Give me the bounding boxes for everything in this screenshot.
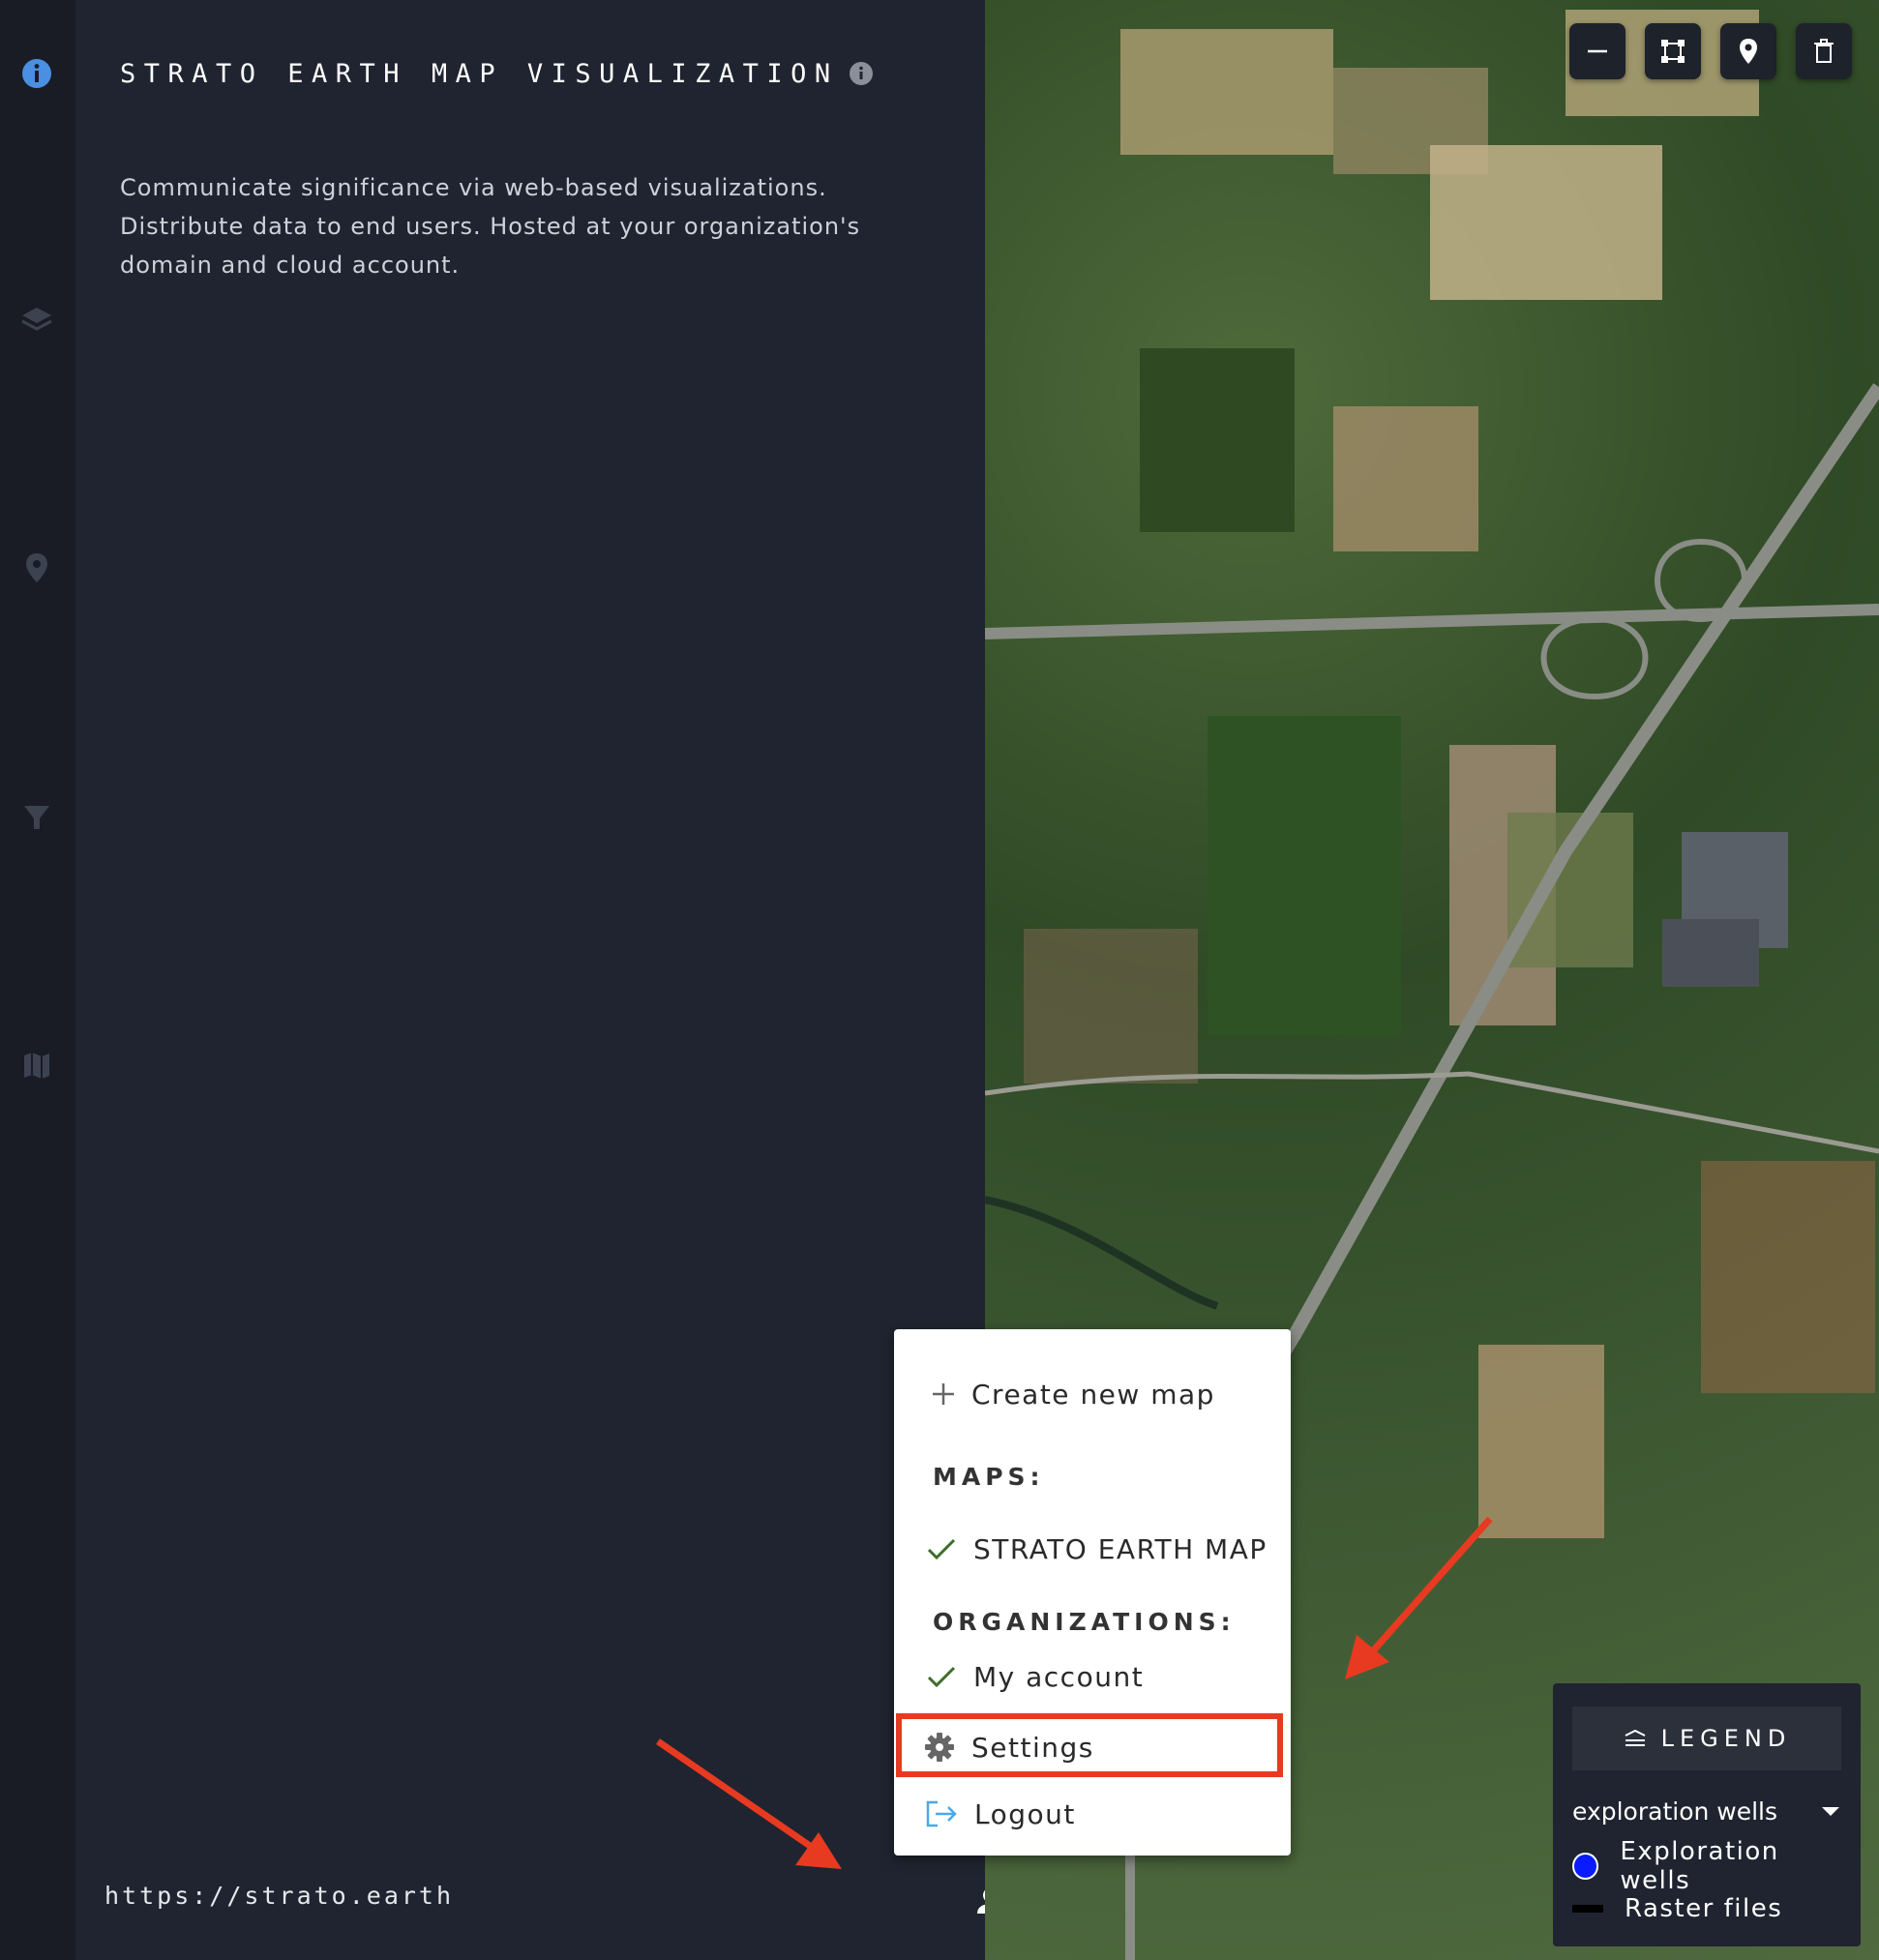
- sidebar-rail: [0, 0, 75, 1960]
- check-icon: [927, 1666, 956, 1688]
- place-marker-button[interactable]: [1720, 23, 1776, 79]
- trash-icon: [1814, 39, 1834, 63]
- create-new-map-label: Create new map: [971, 1378, 1215, 1411]
- map-item-strato-earth-map[interactable]: STRATO EARTH MAP: [894, 1523, 1291, 1575]
- page-title: STRATO EARTH MAP VISUALIZATION: [120, 58, 839, 89]
- maps-heading: MAPS:: [933, 1463, 1045, 1491]
- annotation-arrow-right: [1345, 1516, 1493, 1679]
- plus-icon: [933, 1383, 954, 1405]
- legend-panel: LEGEND exploration wells Exploration wel…: [1553, 1683, 1861, 1946]
- check-icon: [927, 1538, 956, 1560]
- legend-item-label: Raster files: [1625, 1894, 1783, 1923]
- caret-down-icon: [1822, 1807, 1839, 1816]
- zoom-out-button[interactable]: [1569, 23, 1625, 79]
- logout-icon: [926, 1800, 957, 1827]
- map-item-label: STRATO EARTH MAP: [973, 1532, 1268, 1565]
- minus-icon: [1588, 49, 1607, 53]
- org-item-label: My account: [973, 1660, 1145, 1693]
- organizations-heading: ORGANIZATIONS:: [933, 1608, 1236, 1636]
- info-icon[interactable]: [849, 61, 874, 86]
- layers-icon[interactable]: [18, 302, 55, 339]
- raster-files-swatch: [1572, 1905, 1603, 1913]
- map-icon[interactable]: [18, 1047, 55, 1084]
- org-item-my-account[interactable]: My account: [894, 1650, 1291, 1703]
- draw-polygon-icon: [1661, 40, 1685, 63]
- logout-menu-item[interactable]: Logout: [894, 1788, 1291, 1840]
- legend-item: Raster files: [1572, 1890, 1853, 1927]
- logout-label: Logout: [974, 1797, 1076, 1830]
- info-icon[interactable]: [18, 55, 55, 92]
- legend-toggle-button[interactable]: LEGEND: [1572, 1707, 1841, 1770]
- description-text: Communicate significance via web-based v…: [120, 174, 861, 279]
- legend-layer-select[interactable]: exploration wells: [1572, 1792, 1841, 1830]
- annotation-arrow-left: [656, 1738, 842, 1869]
- legend-item-label: Exploration wells: [1620, 1837, 1779, 1895]
- settings-highlight-box: [896, 1713, 1283, 1777]
- legend-icon: [1625, 1729, 1646, 1746]
- place-marker-icon: [1740, 39, 1757, 64]
- site-url: https://strato.earth: [104, 1882, 455, 1910]
- exploration-wells-swatch: [1572, 1853, 1599, 1880]
- legend-title: LEGEND: [1660, 1725, 1792, 1752]
- create-new-map-item[interactable]: Create new map: [894, 1368, 1291, 1420]
- draw-polygon-button[interactable]: [1645, 23, 1701, 79]
- title-row: STRATO EARTH MAP VISUALIZATION: [120, 54, 874, 93]
- location-pin-icon[interactable]: [18, 549, 55, 586]
- legend-selected-layer: exploration wells: [1572, 1797, 1778, 1826]
- delete-button[interactable]: [1796, 23, 1852, 79]
- info-panel: STRATO EARTH MAP VISUALIZATION Communica…: [75, 0, 1004, 1960]
- legend-item: Exploration wells: [1572, 1837, 1853, 1895]
- filter-icon[interactable]: [18, 799, 55, 836]
